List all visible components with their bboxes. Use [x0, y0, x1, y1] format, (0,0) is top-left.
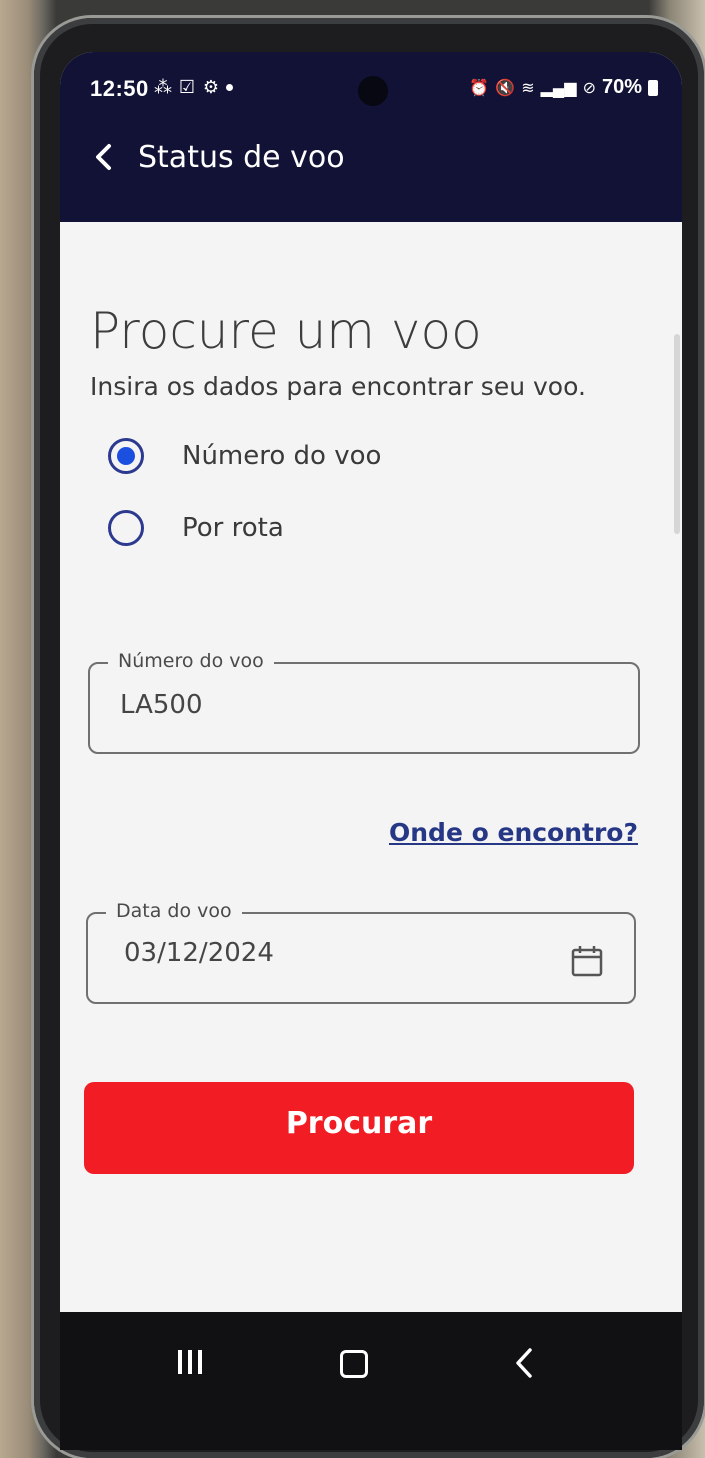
- more-notifications-icon: [226, 84, 233, 91]
- radio-label: Por rota: [182, 513, 284, 543]
- radio-button[interactable]: [108, 510, 144, 546]
- form-heading: Procure um voo: [90, 302, 482, 360]
- flight-date-value[interactable]: 03/12/2024: [124, 938, 274, 968]
- recents-icon[interactable]: [178, 1350, 202, 1374]
- settings-icon: ⚙: [202, 77, 220, 97]
- signal-icon: ▂▄▆: [540, 79, 577, 97]
- search-button[interactable]: Procurar: [84, 1082, 634, 1174]
- battery-icon: [648, 79, 658, 96]
- help-link[interactable]: Onde o encontro?: [389, 818, 638, 847]
- system-status: ⏰ 🔇 ≋ ▂▄▆ ⊘ 70%: [469, 76, 658, 99]
- alarm-icon: ⏰: [469, 79, 490, 97]
- wifi-icon: ≋: [521, 79, 535, 97]
- radio-button-selected[interactable]: [108, 438, 144, 474]
- check-icon: ☑: [178, 77, 196, 97]
- mute-icon: 🔇: [495, 79, 516, 97]
- nav-back-icon[interactable]: [510, 1346, 540, 1380]
- back-arrow-icon: [96, 144, 111, 170]
- status-time: 12:50: [90, 76, 149, 101]
- calendar-icon[interactable]: [570, 944, 604, 978]
- messenger-icon: ⁂: [154, 77, 172, 97]
- front-camera: [358, 76, 388, 106]
- flight-date-label: Data do voo: [106, 900, 242, 922]
- search-form: Procure um voo Insira os dados para enco…: [60, 222, 682, 1312]
- home-icon[interactable]: [340, 1350, 368, 1378]
- app-bar: Status de voo: [60, 130, 682, 222]
- scrollbar[interactable]: [674, 334, 680, 534]
- no-disturb-icon: ⊘: [582, 79, 596, 97]
- radio-option-flight-number[interactable]: Número do voo: [108, 438, 381, 474]
- battery-percent: 70%: [601, 76, 642, 98]
- page-title: Status de voo: [138, 140, 345, 175]
- radio-label: Número do voo: [182, 441, 382, 471]
- form-subheading: Insira os dados para encontrar seu voo.: [90, 372, 586, 401]
- system-nav-bar: [60, 1312, 682, 1450]
- flight-number-value[interactable]: LA500: [120, 690, 203, 720]
- notification-icons: ⁂ ☑ ⚙: [154, 78, 233, 96]
- flight-number-label: Número do voo: [108, 650, 274, 672]
- radio-option-route[interactable]: Por rota: [108, 510, 284, 546]
- app-screen: 12:50 ⁂ ☑ ⚙ ⏰ 🔇 ≋ ▂▄▆ ⊘ 70% Status de vo…: [60, 52, 682, 1450]
- status-bar: 12:50 ⁂ ☑ ⚙ ⏰ 🔇 ≋ ▂▄▆ ⊘ 70%: [60, 52, 682, 130]
- flight-number-field[interactable]: Número do voo LA500: [88, 650, 640, 754]
- back-button[interactable]: [92, 142, 128, 178]
- flight-date-field[interactable]: Data do voo 03/12/2024: [86, 900, 636, 1004]
